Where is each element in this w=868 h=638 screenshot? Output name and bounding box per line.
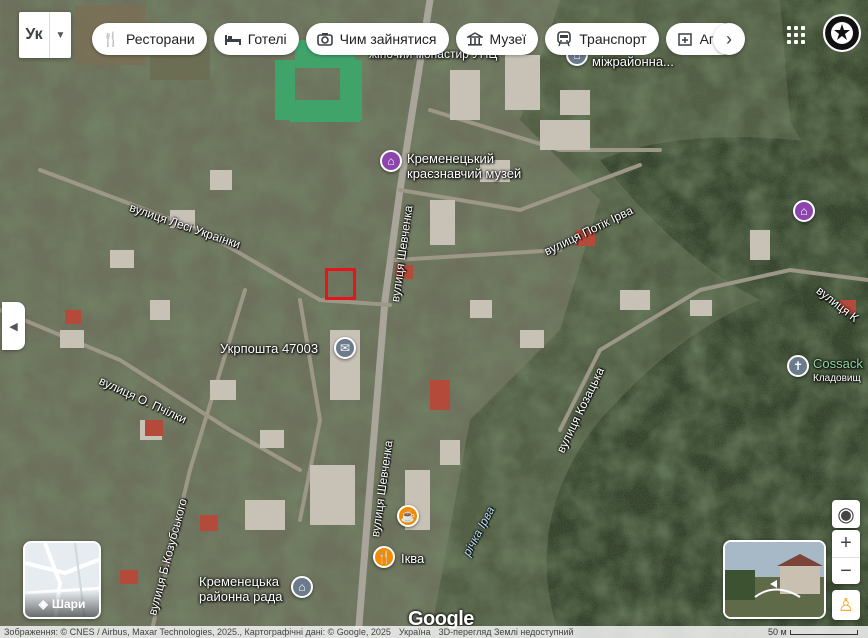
chips-scroll-right-button[interactable]: › [713,23,745,55]
pegman-button[interactable]: ♙ [832,590,860,620]
my-location-icon: ◉ [837,503,855,526]
place-label-cossack[interactable]: Cossack [813,356,863,371]
3d-notice: 3D-перегляд Землі недоступний [438,627,574,637]
scale-label[interactable]: 50 м [768,627,787,637]
restaurant-icon: 🍴 [102,30,120,47]
zoom-controls: + − [832,530,860,584]
chip-transit[interactable]: Транспорт [545,23,659,55]
apps-grid-icon[interactable] [785,24,807,46]
cafe-pin-icon[interactable]: ☕ [397,505,419,527]
post-office-pin-icon[interactable]: ✉ [334,337,356,359]
my-location-button[interactable]: ◉ [832,500,860,528]
street-view-thumbnail[interactable] [723,540,826,619]
chip-label: Музеї [489,31,527,47]
government-pin-icon[interactable]: ⌂ [291,576,313,598]
transit-icon [555,30,573,48]
place-label-cemetery[interactable]: Кладовищ [813,371,861,386]
chip-label: Ресторани [126,31,195,47]
museum-pin-icon[interactable]: ⌂ [793,200,815,222]
camera-icon [316,30,334,48]
place-label-mizhrayonna[interactable]: міжрайонна... [592,54,674,69]
zoom-in-button[interactable]: + [832,530,860,557]
place-label-rayonna-rada[interactable]: Кременецька районна рада [199,574,282,604]
hotel-icon [224,30,242,48]
scale-bar [790,630,858,635]
collapse-side-panel-button[interactable]: ◀ [2,302,25,350]
layers-label-row: ◈ Шари [25,591,99,617]
street-view-preview [725,542,824,617]
place-label-museum[interactable]: Кременецький краєзнавчий музей [407,151,521,181]
chip-label: Чим зайнятися [339,31,437,47]
chip-label: Транспорт [579,31,647,47]
caret-down-icon[interactable]: ▼ [49,12,71,58]
place-label-ukrposhta[interactable]: Укрпошта 47003 [220,341,318,356]
layers-button[interactable]: ◈ Шари [23,541,101,619]
map-footer: Зображення: © CNES / Airbus, Maxar Techn… [0,626,868,638]
pharmacy-icon [676,30,694,48]
chip-label: Готелі [247,31,287,47]
chevron-right-icon: › [726,28,732,49]
pegman-icon: ♙ [837,594,855,615]
cemetery-pin-icon[interactable]: ✝ [787,355,809,377]
zoom-out-button[interactable]: − [832,557,860,584]
selected-location-marker [325,268,356,300]
language-selector[interactable]: Ук ▼ [19,12,71,58]
country-link[interactable]: Україна [395,627,435,637]
language-value: Ук [25,26,43,43]
museum-icon [466,30,484,48]
museum-pin-icon[interactable]: ⌂ [380,150,402,172]
imagery-attribution[interactable]: Зображення: © CNES / Airbus, Maxar Techn… [0,627,395,637]
chip-restaurants[interactable]: 🍴 Ресторани [92,23,207,55]
chip-museums[interactable]: Музеї [455,23,539,55]
chip-things-to-do[interactable]: Чим зайнятися [305,23,449,55]
restaurant-pin-icon[interactable]: 🍴 [373,546,395,568]
category-chips: 🍴 Ресторани Готелі Чим зайнятися Музеї Т… [92,23,738,55]
layers-label: Шари [51,597,86,611]
place-label-ikva[interactable]: Іква [401,551,424,566]
layers-icon: ◈ [38,597,48,611]
chip-hotels[interactable]: Готелі [213,23,299,55]
account-avatar[interactable] [823,14,861,52]
avatar-image [825,16,859,50]
chevron-left-icon: ◀ [9,320,18,333]
